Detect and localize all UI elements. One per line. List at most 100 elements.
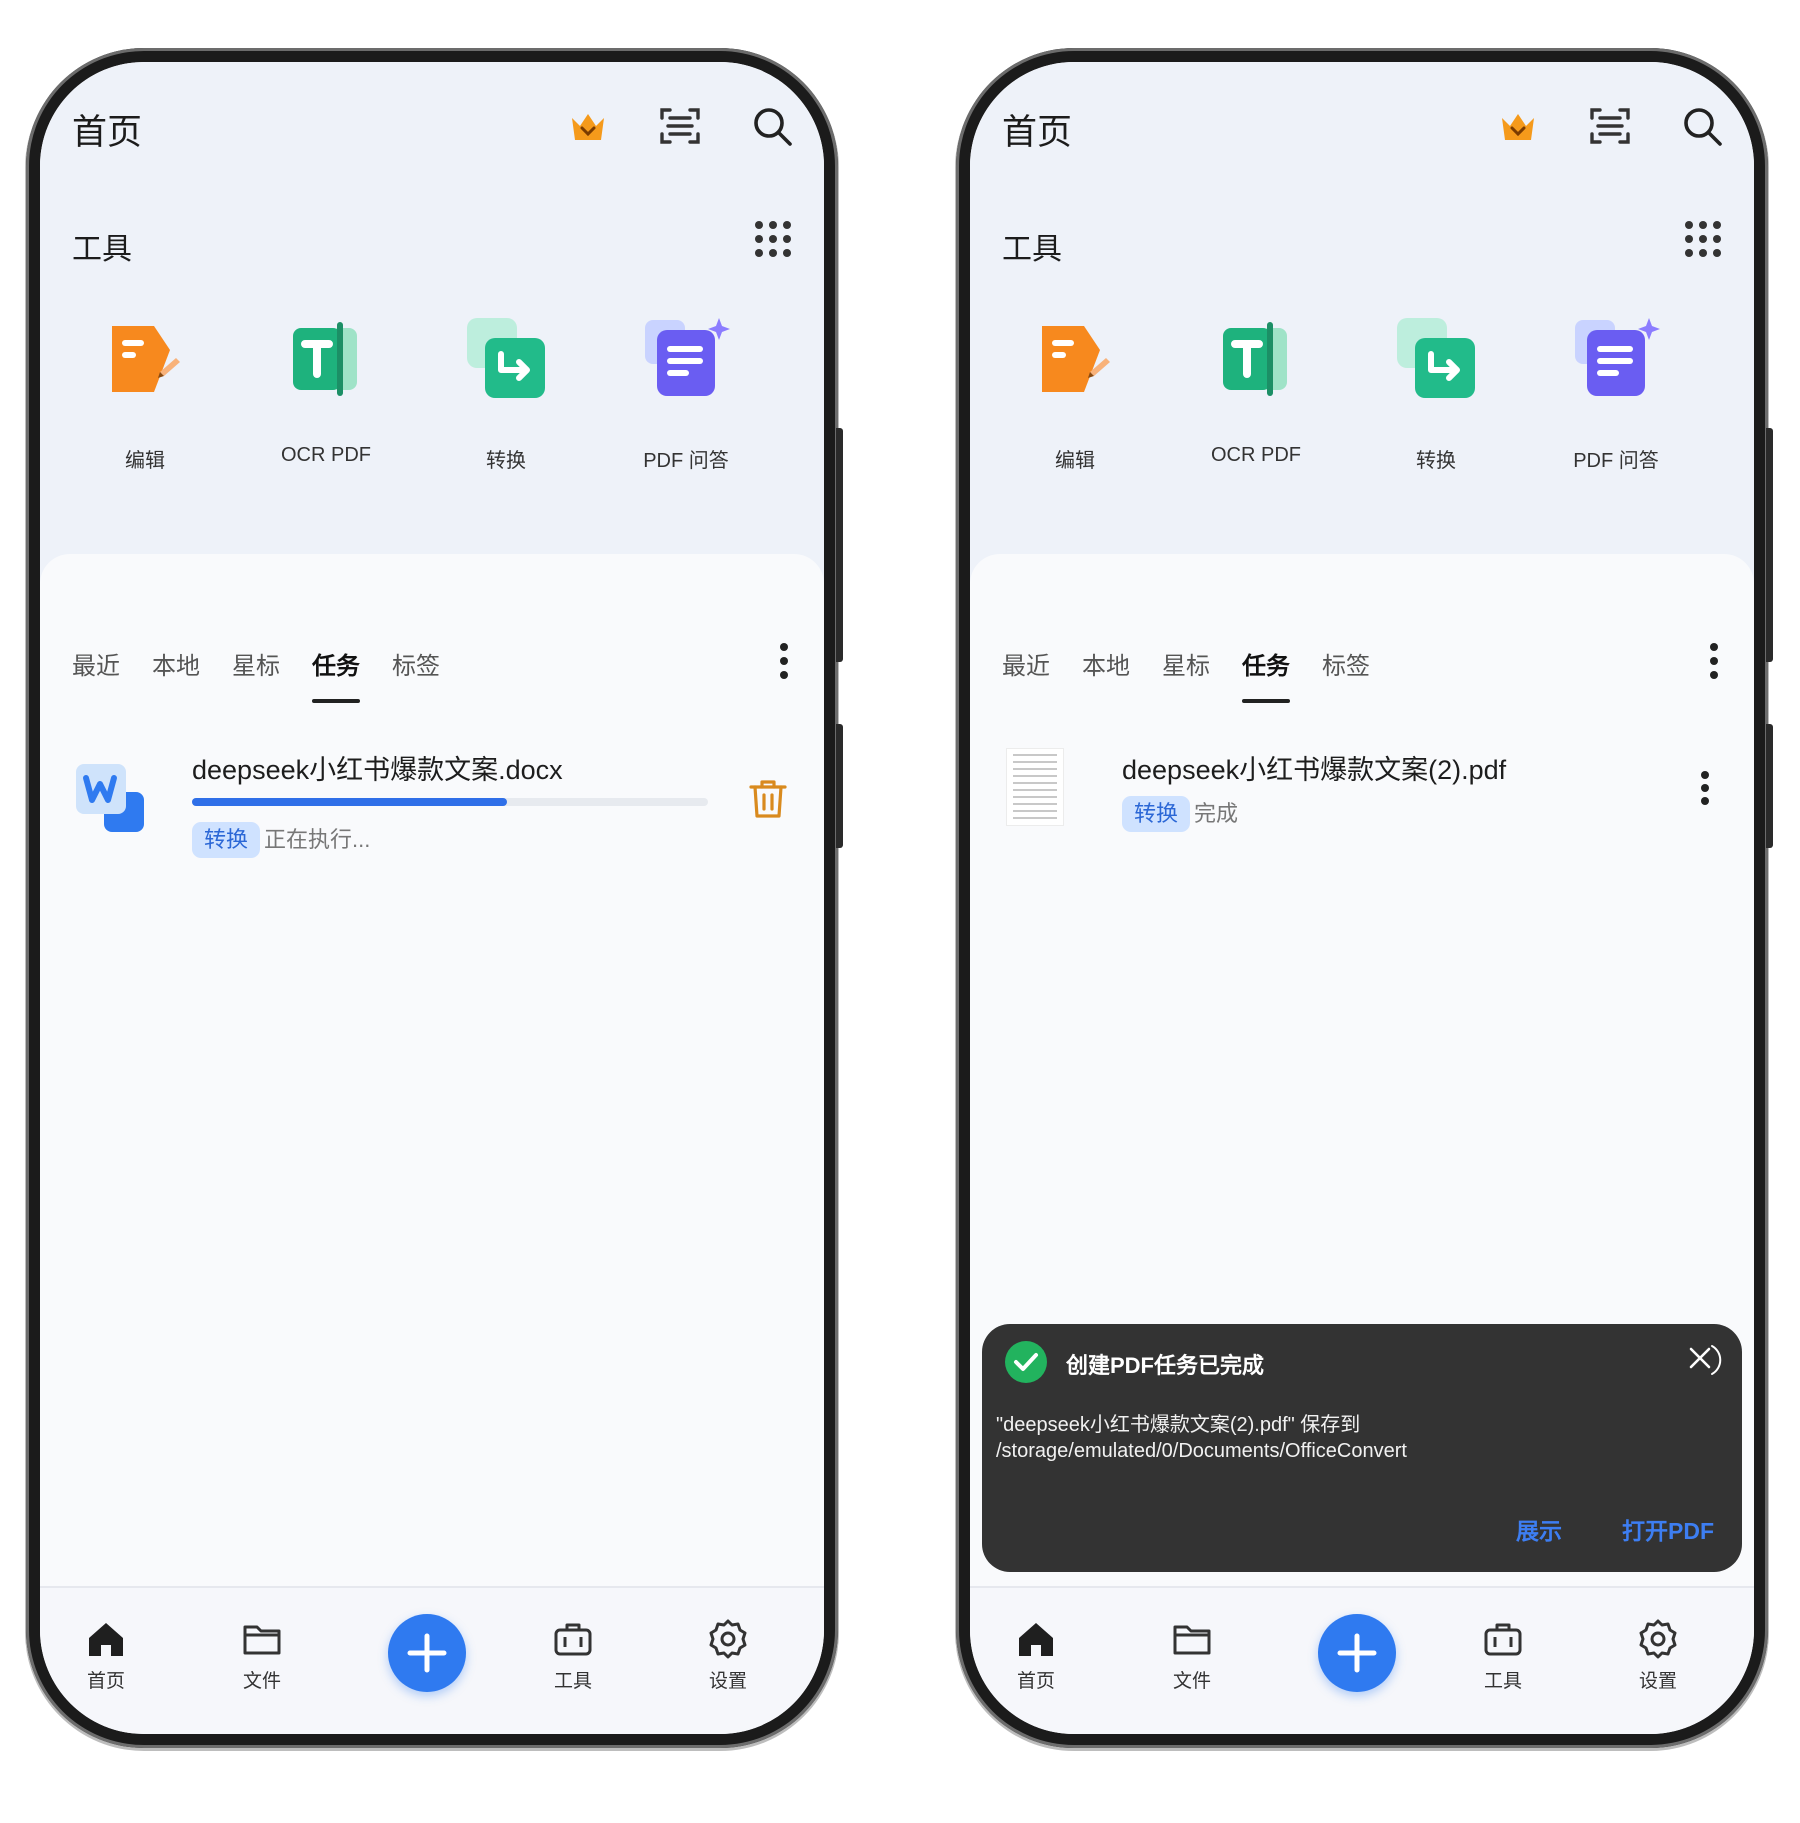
- search-icon[interactable]: [1678, 102, 1726, 150]
- tool-convert[interactable]: 转换: [1361, 312, 1511, 473]
- tool-pdf-qa[interactable]: PDF 问答: [611, 312, 761, 473]
- nav-settings[interactable]: 设置: [1618, 1618, 1698, 1693]
- crown-icon[interactable]: [1494, 102, 1542, 150]
- bottom-nav: 首页 文件 工具 设置: [970, 1586, 1754, 1734]
- toolbox-icon: [552, 1618, 594, 1660]
- close-icon[interactable]: [1682, 1340, 1722, 1380]
- more-icon[interactable]: [778, 642, 790, 680]
- tab-tasks[interactable]: 任务: [312, 646, 360, 703]
- convert-tool-icon: [1389, 312, 1483, 406]
- search-icon[interactable]: [748, 102, 796, 150]
- tool-edit[interactable]: 编辑: [1000, 312, 1150, 473]
- nav-label: 设置: [708, 1671, 747, 1692]
- tool-label: OCR PDF: [281, 444, 371, 466]
- nav-home[interactable]: 首页: [66, 1618, 146, 1693]
- convert-tool-icon: [459, 312, 553, 406]
- nav-tools[interactable]: 工具: [1463, 1618, 1543, 1693]
- nav-files[interactable]: 文件: [222, 1618, 302, 1693]
- progress-fill: [192, 798, 507, 806]
- bottom-nav: 首页 文件 工具 设置: [40, 1586, 824, 1734]
- gear-icon: [1637, 1618, 1679, 1660]
- folder-icon: [241, 1618, 283, 1660]
- scan-icon[interactable]: [656, 102, 704, 150]
- power-button: [836, 724, 843, 848]
- nav-label: 文件: [242, 1671, 281, 1692]
- tool-ocr-pdf[interactable]: OCR PDF: [251, 312, 401, 467]
- tab-local[interactable]: 本地: [152, 646, 200, 703]
- tab-recent[interactable]: 最近: [1002, 646, 1050, 703]
- phone-left: 首页 工具 编辑 OCR PDF 转换 PDF 问答 最近 本地 星标 任务 标…: [26, 48, 843, 1748]
- task-item[interactable]: deepseek小红书爆款文案(2).pdf 转换 完成: [996, 748, 1728, 868]
- tool-label: 转换: [1416, 450, 1456, 472]
- gear-icon: [707, 1618, 749, 1660]
- task-status: 完成: [1194, 801, 1239, 826]
- edit-tool-icon: [98, 312, 192, 406]
- folder-icon: [1171, 1618, 1213, 1660]
- word-file-icon: [70, 758, 154, 842]
- tab-tasks[interactable]: 任务: [1242, 646, 1290, 703]
- grid-icon[interactable]: [752, 218, 794, 260]
- phone-right: 首页 工具 编辑 OCR PDF 转换 PDF 问答 最近 本地 星标 任务 标…: [956, 48, 1773, 1748]
- ocr-tool-icon: [279, 312, 373, 406]
- nav-files[interactable]: 文件: [1152, 1618, 1232, 1693]
- task-item[interactable]: deepseek小红书爆款文案.docx 转换 正在执行...: [66, 748, 798, 868]
- open-pdf-button[interactable]: 打开PDF: [1622, 1512, 1714, 1546]
- nav-label: 工具: [1483, 1671, 1522, 1692]
- plus-icon: [1337, 1633, 1377, 1673]
- nav-home[interactable]: 首页: [996, 1618, 1076, 1693]
- nav-settings[interactable]: 设置: [688, 1618, 768, 1693]
- tab-starred[interactable]: 星标: [232, 646, 280, 703]
- page-title: 首页: [72, 113, 143, 152]
- tool-ocr-pdf[interactable]: OCR PDF: [1181, 312, 1331, 467]
- toolbox-icon: [1482, 1618, 1524, 1660]
- grid-icon[interactable]: [1682, 218, 1724, 260]
- tool-label: OCR PDF: [1211, 444, 1301, 466]
- task-file-name: deepseek小红书爆款文案.docx: [192, 755, 563, 785]
- add-button[interactable]: [1318, 1614, 1396, 1692]
- tool-pdf-qa[interactable]: PDF 问答: [1541, 312, 1691, 473]
- scan-icon[interactable]: [1586, 102, 1634, 150]
- more-icon[interactable]: [1708, 642, 1720, 680]
- nav-label: 首页: [86, 1671, 125, 1692]
- tab-local[interactable]: 本地: [1082, 646, 1130, 703]
- trash-icon[interactable]: [748, 778, 788, 820]
- tool-edit[interactable]: 编辑: [70, 312, 220, 473]
- crown-icon[interactable]: [564, 102, 612, 150]
- tool-label: 编辑: [125, 450, 165, 472]
- tab-tags[interactable]: 标签: [392, 646, 440, 703]
- pdf-qa-tool-icon: [639, 312, 733, 406]
- pdf-thumbnail: [1006, 748, 1064, 826]
- nav-label: 文件: [1172, 1671, 1211, 1692]
- tools-section-title: 工具: [72, 233, 132, 266]
- tool-label: PDF 问答: [1573, 450, 1659, 472]
- ocr-tool-icon: [1209, 312, 1303, 406]
- more-icon[interactable]: [1700, 770, 1710, 806]
- task-type-tag: 转换: [192, 822, 261, 858]
- task-status: 正在执行...: [264, 827, 371, 852]
- tab-recent[interactable]: 最近: [72, 646, 120, 703]
- home-icon: [1015, 1618, 1057, 1660]
- tab-bar: 最近 本地 星标 任务 标签: [1002, 646, 1402, 703]
- add-button[interactable]: [388, 1614, 466, 1692]
- nav-label: 首页: [1016, 1671, 1055, 1692]
- show-button[interactable]: 展示: [1516, 1512, 1562, 1546]
- task-file-name: deepseek小红书爆款文案(2).pdf: [1122, 755, 1507, 785]
- tool-label: PDF 问答: [643, 450, 729, 472]
- edit-tool-icon: [1028, 312, 1122, 406]
- toast-title: 创建PDF任务已完成: [1066, 1353, 1265, 1378]
- top-area: 首页 工具 编辑 OCR PDF 转换 PDF 问答: [970, 62, 1754, 582]
- tab-starred[interactable]: 星标: [1162, 646, 1210, 703]
- screen: 首页 工具 编辑 OCR PDF 转换 PDF 问答 最近 本地 星标 任务 标…: [40, 62, 824, 1734]
- content-card: 最近 本地 星标 任务 标签 deepseek小红书爆款文案.docx 转换 正…: [40, 554, 824, 1586]
- plus-icon: [407, 1633, 447, 1673]
- tab-tags[interactable]: 标签: [1322, 646, 1370, 703]
- progress-bar: [192, 798, 708, 806]
- tool-convert[interactable]: 转换: [431, 312, 581, 473]
- volume-button: [1766, 428, 1773, 662]
- check-circle-icon: [1004, 1340, 1048, 1384]
- tools-section-title: 工具: [1002, 233, 1062, 266]
- power-button: [1766, 724, 1773, 848]
- tool-label: 转换: [486, 450, 526, 472]
- nav-tools[interactable]: 工具: [533, 1618, 613, 1693]
- screen: 首页 工具 编辑 OCR PDF 转换 PDF 问答 最近 本地 星标 任务 标…: [970, 62, 1754, 1734]
